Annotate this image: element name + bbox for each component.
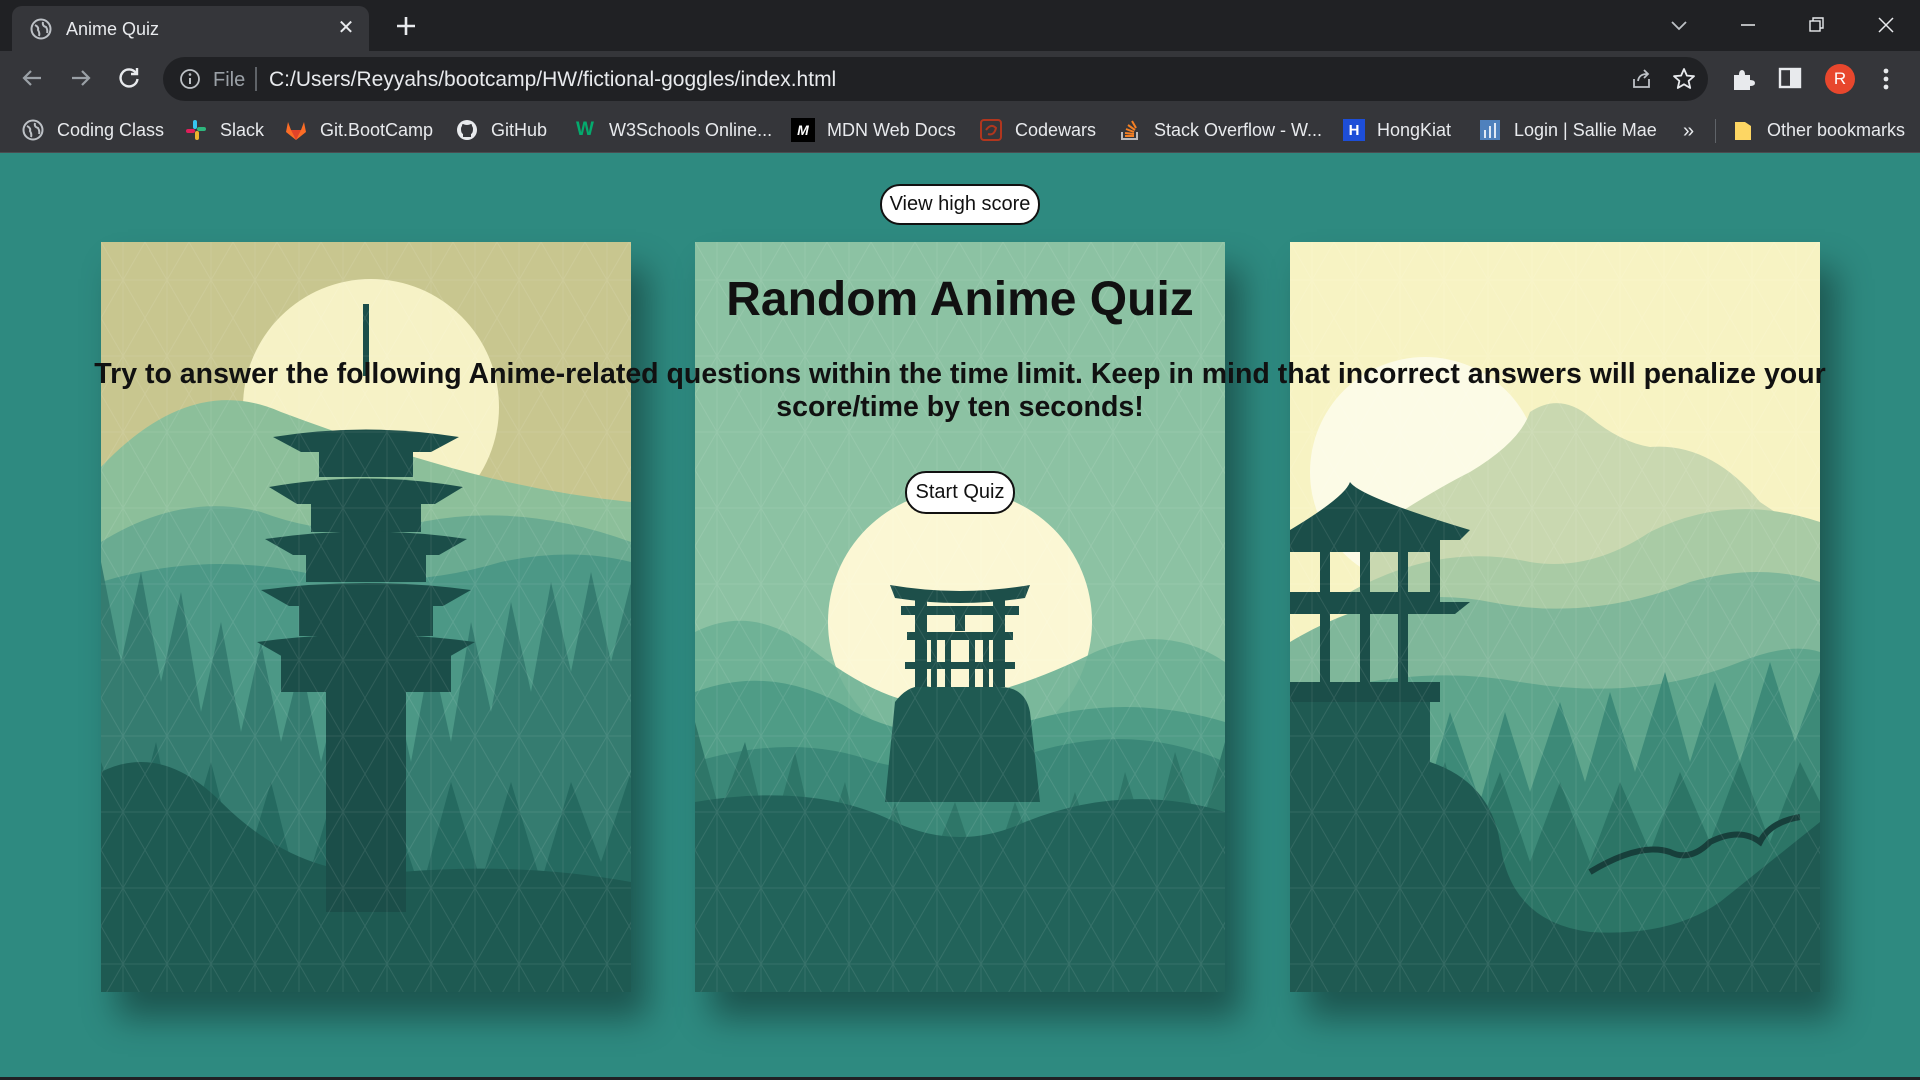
tab-search-chevron-icon[interactable] [1664,10,1694,40]
stackoverflow-icon [1118,118,1142,142]
address-bar[interactable]: File C:/Users/Reyyahs/bootcamp/HW/fictio… [163,57,1708,101]
bookmark-label: Stack Overflow - W... [1154,119,1323,140]
close-window-icon[interactable] [1871,10,1901,40]
bookmark-label: Codewars [1015,119,1097,140]
page-viewport: View high score Random Anime Quiz Try to… [0,153,1920,1077]
bookmark-coding-class[interactable]: Coding Class [21,115,164,145]
reload-icon[interactable] [114,63,144,93]
site-info-icon[interactable] [179,68,201,90]
kebab-menu-icon[interactable] [1874,65,1898,93]
minimize-icon[interactable] [1733,10,1763,40]
bookmark-label: Git.BootCamp [320,119,434,140]
shrine-mountain-landscape-image [1290,242,1820,992]
omnibox-divider [255,67,257,91]
bookmark-label: GitHub [491,119,548,140]
globe-icon [30,18,52,40]
bookmark-slack[interactable]: Slack [184,115,264,145]
bookmark-sallie-mae[interactable]: Login | Sallie Mae [1478,115,1657,145]
bookmark-star-icon[interactable] [1671,66,1697,92]
bookmark-label: Login | Sallie Mae [1514,119,1657,140]
forward-icon[interactable] [66,63,96,93]
other-bookmarks-folder[interactable]: Other bookmarks [1731,115,1905,145]
bookmark-w3schools[interactable]: W W3Schools Online... [573,115,772,145]
torii-gate-landscape-image [695,242,1225,992]
bookmark-label: Slack [220,119,265,140]
bookmark-label: W3Schools Online... [609,119,773,140]
more-bookmarks-chevron[interactable]: » [1683,120,1694,143]
browser-toolbar: File C:/Users/Reyyahs/bootcamp/HW/fictio… [0,51,1920,107]
salliemae-icon [1478,118,1502,142]
folder-icon [1731,118,1755,142]
other-bookmarks-label: Other bookmarks [1767,119,1906,140]
tab-strip: Anime Quiz ✕ [0,0,1920,51]
bookmark-git-bootcamp[interactable]: Git.BootCamp [284,115,433,145]
quiz-description: Try to answer the following Anime-relate… [94,358,1826,423]
bookmark-hongkiat[interactable]: H HongKiat [1343,115,1451,145]
url-text[interactable]: C:/Users/Reyyahs/bootcamp/HW/fictional-g… [269,68,836,92]
bookmarks-divider [1715,119,1716,143]
page-title: Random Anime Quiz [726,273,1194,326]
tab-title: Anime Quiz [66,19,160,39]
extensions-puzzle-icon[interactable] [1729,65,1757,93]
tab-anime-quiz[interactable]: Anime Quiz ✕ [12,6,369,51]
start-quiz-button[interactable]: Start Quiz [905,471,1015,514]
bookmark-stack-overflow[interactable]: Stack Overflow - W... [1118,115,1322,145]
bookmark-label: Coding Class [57,119,165,140]
share-icon[interactable] [1630,67,1654,91]
side-panel-icon[interactable] [1777,65,1803,91]
hongkiat-icon: H [1343,119,1365,141]
bookmark-github[interactable]: GitHub [455,115,547,145]
bookmark-codewars[interactable]: Codewars [979,115,1096,145]
bookmark-mdn[interactable]: M MDN Web Docs [791,115,956,145]
new-tab-icon[interactable] [392,12,420,40]
bookmark-label: HongKiat [1377,119,1452,140]
slack-icon [184,118,208,142]
pagoda-landscape-image [101,242,631,992]
restore-icon[interactable] [1801,10,1831,40]
profile-avatar[interactable]: R [1825,64,1855,94]
bookmarks-bar: Coding Class Slack Git.BootCamp GitHub W… [0,107,1920,153]
gitlab-icon [284,118,308,142]
codewars-icon [979,118,1003,142]
github-icon [455,118,479,142]
scheme-label: File [213,69,246,91]
bookmark-label: MDN Web Docs [827,119,956,140]
close-tab-icon[interactable]: ✕ [334,16,358,40]
globe-icon [21,118,45,142]
view-high-score-button[interactable]: View high score [880,184,1040,225]
mdn-icon: M [791,118,815,142]
back-icon[interactable] [17,63,47,93]
w3schools-icon: W [576,119,594,140]
